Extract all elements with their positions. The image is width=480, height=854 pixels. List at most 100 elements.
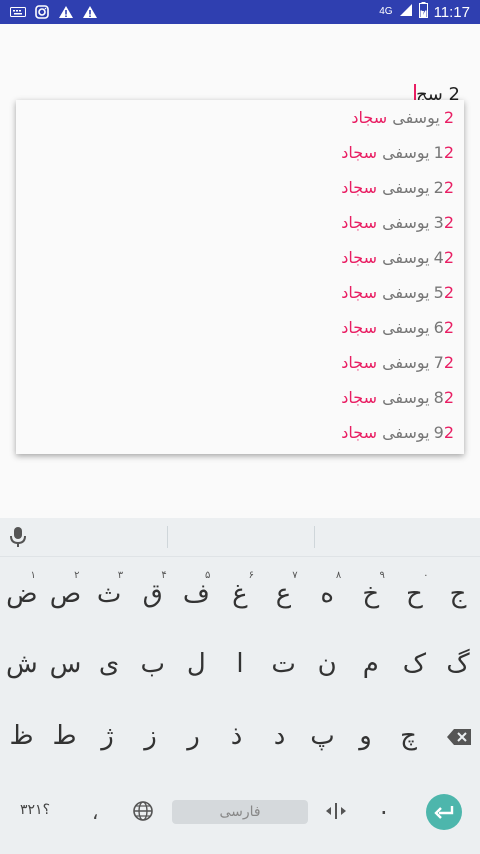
key[interactable]: ه۸ bbox=[307, 568, 347, 620]
key[interactable]: ل bbox=[176, 638, 216, 690]
suggestion-number-match: 2 bbox=[443, 423, 454, 442]
suggestion-match: سجاد bbox=[341, 248, 377, 267]
key[interactable]: ث۳ bbox=[89, 568, 129, 620]
suggestion-item[interactable]: یوسفی سجاد 1 2 bbox=[16, 135, 464, 170]
suggestion-item[interactable]: یوسفی سجاد 2 bbox=[16, 100, 464, 135]
suggestion-surname: یوسفی bbox=[382, 248, 430, 267]
key[interactable]: ی bbox=[89, 638, 129, 690]
key[interactable]: س bbox=[45, 638, 85, 690]
key[interactable]: ک bbox=[394, 638, 434, 690]
suggestion-number-lead: 3 bbox=[433, 213, 444, 232]
keyboard-row-3: ظطژزرذدپوچ bbox=[0, 706, 430, 766]
numbers-key[interactable]: ؟۳۲۱ bbox=[20, 802, 50, 818]
comma-key[interactable]: ، bbox=[92, 800, 98, 824]
suggestion-match: سجاد bbox=[341, 213, 377, 232]
keyboard-row-2: شسیبلاتنمکگ bbox=[0, 634, 480, 694]
globe-icon[interactable] bbox=[132, 800, 154, 826]
key[interactable]: ح۰ bbox=[394, 568, 434, 620]
instagram-icon bbox=[34, 4, 50, 20]
suggestion-number-match: 2 bbox=[443, 318, 454, 337]
microphone-icon[interactable] bbox=[8, 526, 28, 548]
suggestion-number-match: 2 bbox=[443, 143, 454, 162]
key-label: ص bbox=[49, 579, 82, 609]
space-bar[interactable]: فارسی bbox=[172, 800, 308, 824]
warning-icon bbox=[82, 4, 98, 20]
key[interactable]: ب bbox=[133, 638, 173, 690]
suggestion-surname: یوسفی bbox=[382, 423, 430, 442]
period-key[interactable]: . bbox=[380, 792, 388, 820]
suggestion-match: سجاد bbox=[351, 108, 388, 127]
suggestion-number-match: 2 bbox=[443, 388, 454, 407]
suggestion-divider bbox=[167, 526, 168, 548]
key[interactable]: ص۲ bbox=[45, 568, 85, 620]
key[interactable]: غ۶ bbox=[220, 568, 260, 620]
backspace-icon[interactable] bbox=[446, 728, 472, 750]
key[interactable]: ق۴ bbox=[133, 568, 173, 620]
suggestion-item[interactable]: یوسفی سجاد 4 2 bbox=[16, 240, 464, 275]
key[interactable]: ض۱ bbox=[2, 568, 42, 620]
key[interactable]: ط bbox=[45, 710, 85, 762]
key[interactable]: ژ bbox=[88, 710, 128, 762]
key-hint: ۵ bbox=[204, 570, 211, 581]
key[interactable]: ج bbox=[438, 568, 478, 620]
key[interactable]: پ bbox=[303, 710, 343, 762]
keyboard-row-1: ض۱ص۲ث۳ق۴ف۵غ۶ع۷ه۸خ۹ح۰ج bbox=[0, 564, 480, 624]
key-hint: ۶ bbox=[248, 570, 254, 581]
suggestion-item[interactable]: یوسفی سجاد 8 2 bbox=[16, 380, 464, 415]
status-left-icons bbox=[0, 4, 98, 20]
suggestion-number-match: 2 bbox=[443, 178, 454, 197]
key[interactable]: ش bbox=[2, 638, 42, 690]
suggestion-item[interactable]: یوسفی سجاد 5 2 bbox=[16, 275, 464, 310]
key[interactable]: د bbox=[260, 710, 300, 762]
key[interactable]: ز bbox=[131, 710, 171, 762]
network-type: 4G bbox=[379, 6, 393, 17]
suggestion-number-lead: 9 bbox=[433, 423, 444, 442]
suggestion-number-lead: 4 bbox=[433, 248, 444, 267]
suggestion-number: 82 bbox=[434, 388, 454, 407]
enter-button[interactable] bbox=[426, 794, 462, 830]
suggestion-number: 22 bbox=[434, 178, 454, 197]
suggestion-number-match: 2 bbox=[443, 213, 454, 232]
key[interactable]: ظ bbox=[2, 710, 42, 762]
suggestion-name: یوسفی سجاد bbox=[341, 178, 429, 197]
suggestion-name: یوسفی سجاد bbox=[341, 248, 429, 267]
key-label: ع bbox=[275, 579, 292, 609]
key[interactable]: خ۹ bbox=[351, 568, 391, 620]
key[interactable]: ر bbox=[174, 710, 214, 762]
signal-icon bbox=[399, 3, 413, 22]
key[interactable]: چ bbox=[389, 710, 429, 762]
key-label: ج bbox=[449, 579, 467, 609]
key[interactable]: گ bbox=[438, 638, 478, 690]
key[interactable]: ت bbox=[264, 638, 304, 690]
suggestion-surname: یوسفی bbox=[382, 178, 430, 197]
suggestion-number-match: 2 bbox=[443, 248, 454, 267]
key-hint: ۸ bbox=[335, 570, 342, 581]
suggestion-item[interactable]: یوسفی سجاد 3 2 bbox=[16, 205, 464, 240]
suggestion-name: یوسفی سجاد bbox=[341, 423, 429, 442]
key[interactable]: ذ bbox=[217, 710, 257, 762]
key-label: ف bbox=[182, 579, 210, 609]
suggestion-match: سجاد bbox=[341, 283, 377, 302]
key-label: خ bbox=[362, 579, 380, 609]
suggestion-number-lead: 5 bbox=[433, 283, 444, 302]
suggestion-number: 42 bbox=[434, 248, 454, 267]
key[interactable]: ع۷ bbox=[264, 568, 304, 620]
cursor-move-icon[interactable] bbox=[324, 800, 348, 826]
suggestion-number-lead: 7 bbox=[433, 353, 444, 372]
key-hint: ۲ bbox=[74, 570, 80, 581]
suggestion-surname: یوسفی bbox=[382, 213, 430, 232]
suggestion-item[interactable]: یوسفی سجاد 9 2 bbox=[16, 415, 464, 450]
keyboard-bottom-row: ؟۳۲۱ ، فارسی . bbox=[0, 786, 480, 842]
key[interactable]: ن bbox=[307, 638, 347, 690]
suggestion-item[interactable]: یوسفی سجاد 7 2 bbox=[16, 345, 464, 380]
key[interactable]: ا bbox=[220, 638, 260, 690]
key[interactable]: م bbox=[351, 638, 391, 690]
key[interactable]: ف۵ bbox=[176, 568, 216, 620]
key-label: ض bbox=[6, 579, 38, 609]
suggestion-number: 32 bbox=[434, 213, 454, 232]
suggestion-item[interactable]: یوسفی سجاد 6 2 bbox=[16, 310, 464, 345]
battery-icon bbox=[418, 1, 428, 23]
key-hint: ۱ bbox=[30, 570, 36, 581]
key[interactable]: و bbox=[346, 710, 386, 762]
suggestion-item[interactable]: یوسفی سجاد 2 2 bbox=[16, 170, 464, 205]
